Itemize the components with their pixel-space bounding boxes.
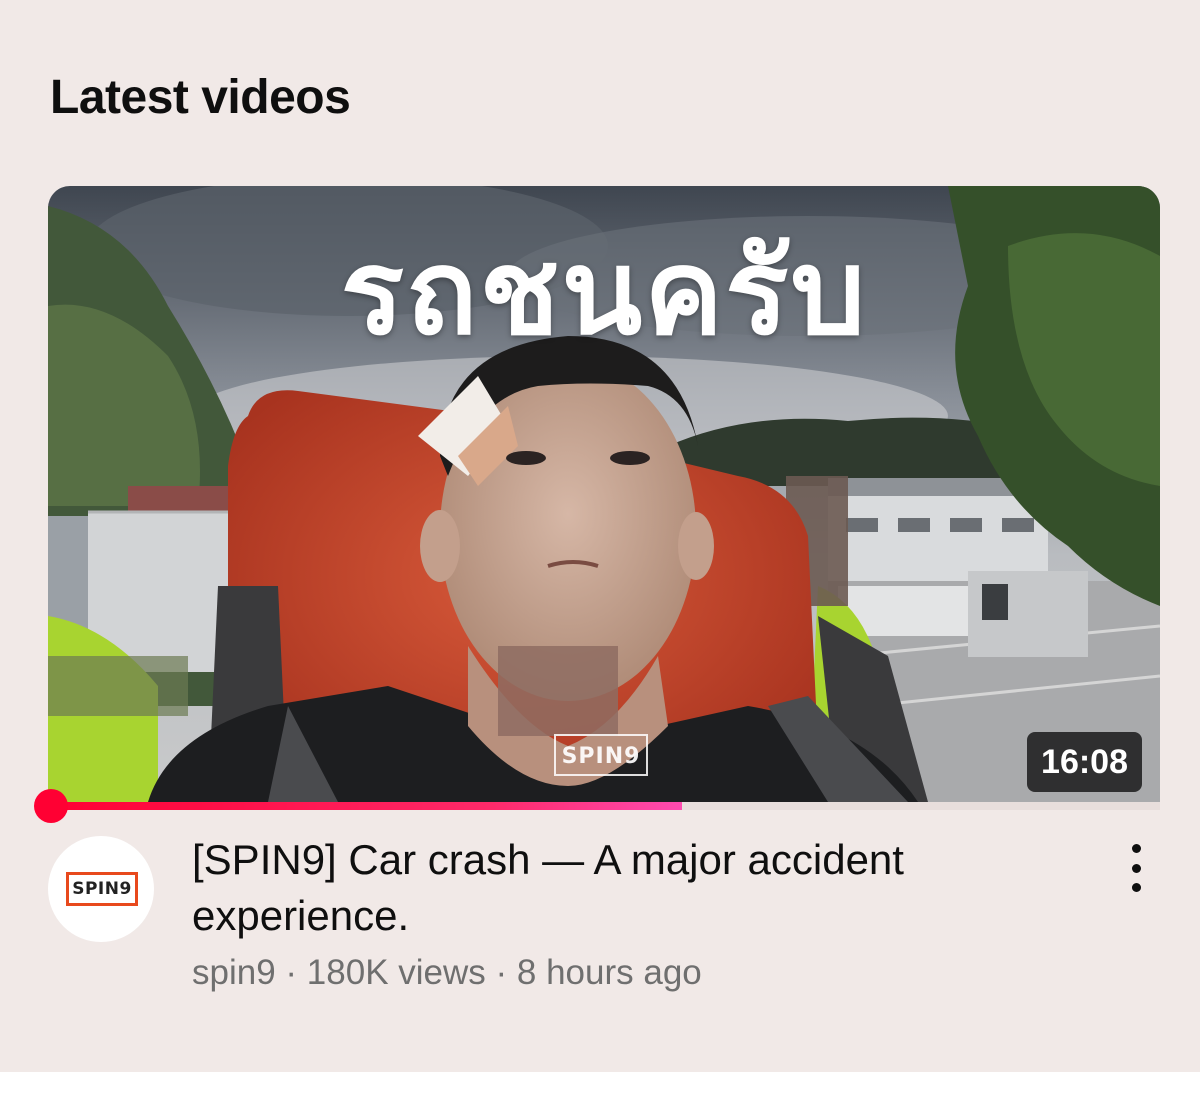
meta-separator: · bbox=[285, 953, 298, 992]
view-count: 180K views bbox=[306, 953, 486, 992]
channel-logo: SPIN9 bbox=[66, 872, 138, 906]
meta-separator: · bbox=[495, 953, 508, 992]
thumbnail-headline: รถชนครับ bbox=[340, 223, 868, 361]
menu-dot bbox=[1131, 883, 1141, 892]
video-card[interactable]: รถชนครับ SPIN9 16:08 SPIN9 [SPIN9] Car c… bbox=[34, 186, 1160, 996]
video-thumbnail[interactable]: รถชนครับ SPIN9 16:08 bbox=[48, 186, 1160, 802]
upload-age: 8 hours ago bbox=[516, 953, 702, 992]
watch-progress-bar[interactable] bbox=[48, 802, 1160, 810]
watch-progress-fill bbox=[48, 802, 682, 810]
progress-handle[interactable] bbox=[34, 789, 68, 823]
menu-dot bbox=[1131, 863, 1141, 873]
menu-dot bbox=[1131, 844, 1141, 853]
duration-badge: 16:08 bbox=[1027, 732, 1142, 792]
more-vert-icon[interactable] bbox=[1116, 840, 1156, 896]
video-title[interactable]: [SPIN9] Car crash — A major accident exp… bbox=[192, 832, 1032, 944]
thumbnail-watermark: SPIN9 bbox=[554, 734, 648, 776]
video-metadata: spin9 · 180K views · 8 hours ago bbox=[192, 950, 702, 996]
channel-avatar[interactable]: SPIN9 bbox=[48, 836, 154, 942]
channel-name[interactable]: spin9 bbox=[192, 953, 276, 992]
latest-videos-panel: Latest videos รถชนครับ SPIN9 16:08 SPIN9… bbox=[0, 0, 1200, 1072]
section-title: Latest videos bbox=[50, 71, 351, 124]
